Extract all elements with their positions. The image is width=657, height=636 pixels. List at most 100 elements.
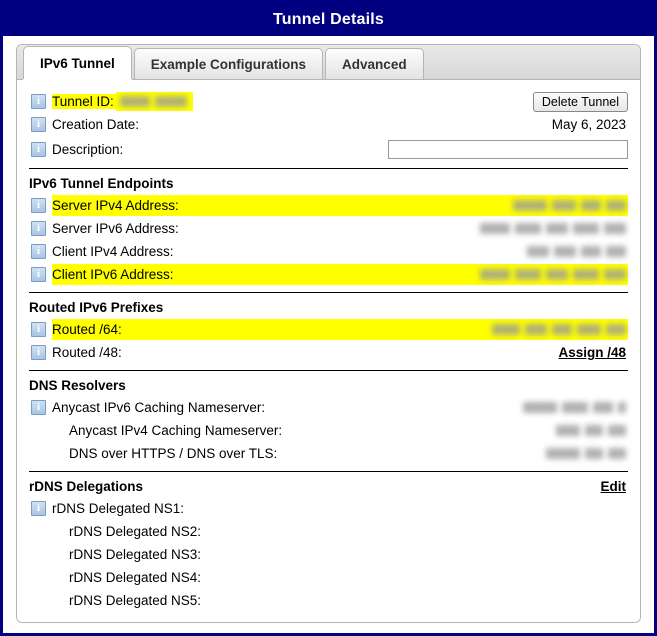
info-icon[interactable]: [31, 198, 46, 213]
server-ipv4-label: Server IPv4 Address:: [52, 198, 179, 213]
anycast-ipv4-value-redacted: [556, 425, 628, 436]
client-ipv4-label: Client IPv4 Address:: [52, 244, 174, 259]
rdns-ns4-label: rDNS Delegated NS4:: [69, 570, 202, 585]
info-icon[interactable]: [31, 345, 46, 360]
row-body: Server IPv6 Address:: [52, 218, 628, 239]
section-header-dns-resolvers: DNS Resolvers: [29, 370, 628, 396]
info-icon[interactable]: [31, 501, 46, 516]
assign-48-link[interactable]: Assign /48: [558, 345, 628, 360]
row-rdns-ns3: rDNS Delegated NS3:: [29, 543, 628, 566]
info-icon[interactable]: [31, 244, 46, 259]
row-creation-date: Creation Date: May 6, 2023: [29, 113, 628, 136]
server-ipv4-value-redacted: [513, 200, 628, 211]
tab-label: Advanced: [342, 56, 407, 72]
row-body: Creation Date: May 6, 2023: [52, 114, 628, 135]
tab-advanced[interactable]: Advanced: [325, 48, 424, 79]
tab-panel: IPv6 Tunnel Example Configurations Advan…: [16, 44, 641, 623]
row-client-ipv4-address: Client IPv4 Address:: [29, 240, 628, 263]
row-body: DNS over HTTPS / DNS over TLS:: [50, 443, 628, 464]
row-tunnel-id: Tunnel ID: Delete Tunnel: [29, 90, 628, 113]
section-title: rDNS Delegations: [29, 479, 144, 494]
doh-dot-value-redacted: [546, 448, 628, 459]
routed-64-value-redacted: [492, 324, 628, 335]
rdns-ns5-label: rDNS Delegated NS5:: [69, 593, 202, 608]
row-body: Server IPv4 Address:: [52, 195, 628, 216]
row-body: Description:: [52, 139, 628, 160]
row-body: Client IPv4 Address:: [52, 241, 628, 262]
row-body: rDNS Delegated NS3:: [50, 544, 628, 565]
row-anycast-ipv4-nameserver: Anycast IPv4 Caching Nameserver:: [29, 419, 628, 442]
spacer-icon: [31, 548, 44, 561]
creation-date-label: Creation Date:: [52, 117, 140, 132]
row-body: Client IPv6 Address:: [52, 264, 628, 285]
spacer-icon: [31, 594, 44, 607]
routed-48-label: Routed /48:: [52, 345, 122, 360]
info-icon[interactable]: [31, 141, 46, 157]
row-description: Description:: [29, 136, 628, 162]
tab-label: IPv6 Tunnel: [40, 55, 115, 71]
row-body: rDNS Delegated NS1:: [52, 498, 628, 519]
spacer-icon: [31, 447, 44, 460]
spacer-icon: [31, 424, 44, 437]
row-client-ipv6-address: Client IPv6 Address:: [29, 263, 628, 286]
doh-dot-label: DNS over HTTPS / DNS over TLS:: [69, 446, 278, 461]
page-title-bar: Tunnel Details: [3, 3, 654, 36]
section-title: Routed IPv6 Prefixes: [29, 300, 164, 315]
edit-rdns-link[interactable]: Edit: [601, 479, 629, 494]
description-input[interactable]: [388, 139, 628, 159]
row-body: Routed /48: Assign /48: [52, 342, 628, 363]
row-rdns-ns1: rDNS Delegated NS1:: [29, 497, 628, 520]
tab-example-configurations[interactable]: Example Configurations: [133, 48, 324, 79]
tab-strip: IPv6 Tunnel Example Configurations Advan…: [17, 45, 640, 80]
section-header-ipv6-tunnel-endpoints: IPv6 Tunnel Endpoints: [29, 168, 628, 194]
row-doh-dot: DNS over HTTPS / DNS over TLS:: [29, 442, 628, 465]
row-rdns-ns4: rDNS Delegated NS4:: [29, 566, 628, 589]
tunnel-id-label: Tunnel ID:: [52, 94, 116, 109]
anycast-ipv6-label: Anycast IPv6 Caching Nameserver:: [52, 400, 266, 415]
spacer-icon: [31, 571, 44, 584]
client-ipv6-label: Client IPv6 Address:: [52, 267, 174, 282]
row-routed-48: Routed /48: Assign /48: [29, 341, 628, 364]
server-ipv6-label: Server IPv6 Address:: [52, 221, 179, 236]
row-body: Tunnel ID: Delete Tunnel: [52, 91, 628, 112]
tab-ipv6-tunnel[interactable]: IPv6 Tunnel: [23, 46, 132, 79]
info-icon[interactable]: [31, 117, 46, 132]
row-server-ipv4-address: Server IPv4 Address:: [29, 194, 628, 217]
client-ipv4-value-redacted: [527, 246, 628, 257]
row-rdns-ns2: rDNS Delegated NS2:: [29, 520, 628, 543]
rdns-ns1-label: rDNS Delegated NS1:: [52, 501, 185, 516]
rdns-ns3-label: rDNS Delegated NS3:: [69, 547, 202, 562]
anycast-ipv4-label: Anycast IPv4 Caching Nameserver:: [69, 423, 283, 438]
delete-tunnel-button[interactable]: Delete Tunnel: [532, 91, 628, 112]
page-title: Tunnel Details: [273, 10, 384, 28]
tab-content-ipv6-tunnel: Tunnel ID: Delete Tunnel Creation Date: …: [17, 80, 640, 622]
section-header-rdns-delegations: rDNS Delegations Edit: [29, 471, 628, 497]
description-label: Description:: [52, 141, 124, 157]
spacer-icon: [31, 525, 44, 538]
info-icon[interactable]: [31, 400, 46, 415]
rdns-ns2-label: rDNS Delegated NS2:: [69, 524, 202, 539]
anycast-ipv6-value-redacted: [523, 402, 628, 413]
server-ipv6-value-redacted: [480, 223, 628, 234]
row-server-ipv6-address: Server IPv6 Address:: [29, 217, 628, 240]
routed-64-label: Routed /64:: [52, 322, 122, 337]
section-title: IPv6 Tunnel Endpoints: [29, 176, 174, 191]
info-icon[interactable]: [31, 221, 46, 236]
row-body: rDNS Delegated NS2:: [50, 521, 628, 542]
info-icon[interactable]: [31, 94, 46, 109]
tab-label: Example Configurations: [150, 56, 307, 72]
row-anycast-ipv6-nameserver: Anycast IPv6 Caching Nameserver:: [29, 396, 628, 419]
row-body: Routed /64:: [52, 319, 628, 340]
row-body: Anycast IPv6 Caching Nameserver:: [52, 397, 628, 418]
tunnel-id-value-redacted: [115, 92, 193, 111]
creation-date-value: May 6, 2023: [551, 117, 626, 132]
client-ipv6-value-redacted: [480, 269, 628, 280]
row-body: rDNS Delegated NS5:: [50, 590, 628, 611]
section-title: DNS Resolvers: [29, 378, 126, 393]
row-body: rDNS Delegated NS4:: [50, 567, 628, 588]
row-body: Anycast IPv4 Caching Nameserver:: [50, 420, 628, 441]
info-icon[interactable]: [31, 322, 46, 337]
section-header-routed-ipv6-prefixes: Routed IPv6 Prefixes: [29, 292, 628, 318]
info-icon[interactable]: [31, 267, 46, 282]
tunnel-details-page: Tunnel Details IPv6 Tunnel Example Confi…: [0, 0, 657, 636]
